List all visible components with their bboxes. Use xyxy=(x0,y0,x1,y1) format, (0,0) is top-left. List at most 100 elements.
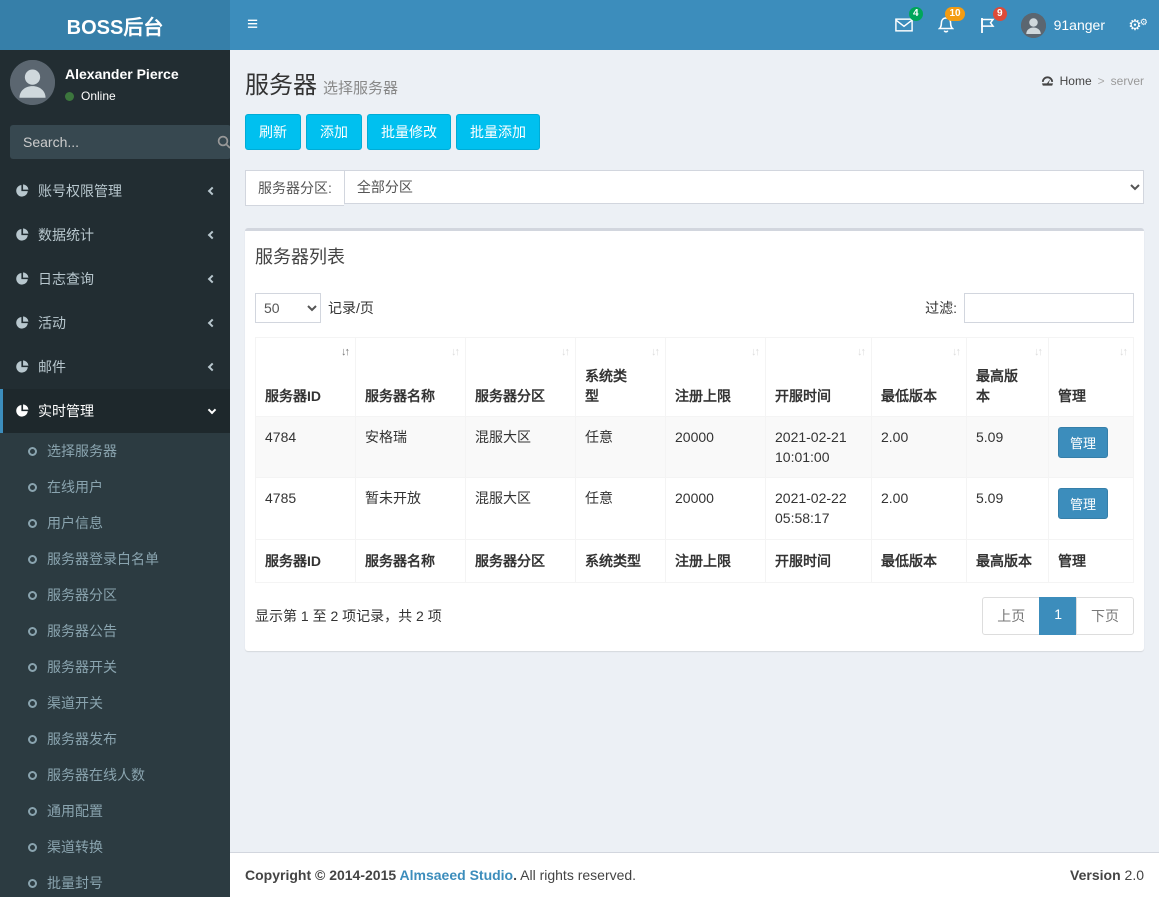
column-header[interactable]: ↓↑ 系统类型 xyxy=(575,337,666,417)
content-header: 服务器 选择服务器 Home > server xyxy=(245,65,1144,100)
studio-link[interactable]: Almsaeed Studio xyxy=(400,867,514,883)
messages-menu[interactable]: 4 xyxy=(883,0,925,50)
sort-icon: ↓↑ xyxy=(751,346,760,358)
sort-icon: ↓↑ xyxy=(857,346,866,358)
pie-chart-icon xyxy=(16,272,29,285)
manage-button[interactable]: 管理 xyxy=(1058,426,1109,458)
sidebar-submenu-item[interactable]: 服务器发布 xyxy=(0,721,230,757)
sidebar-toggle-button[interactable]: ≡ xyxy=(230,0,275,50)
sidebar-menu-item[interactable]: 邮件 xyxy=(0,345,230,389)
sidebar-menu-item[interactable]: 账号权限管理 xyxy=(0,169,230,213)
sidebar-user-status[interactable]: Online xyxy=(65,89,179,103)
sidebar-submenu-item[interactable]: 服务器开关 xyxy=(0,649,230,685)
sidebar-submenu-label: 在线用户 xyxy=(47,479,103,495)
sidebar-submenu-item[interactable]: 选择服务器 xyxy=(0,433,230,469)
circle-icon xyxy=(28,554,37,564)
sidebar-menu-item[interactable]: 数据统计 xyxy=(0,213,230,257)
top-navbar: ≡ 4 10 9 91anger ⚙⚙ xyxy=(230,0,1159,50)
sidebar-submenu-item[interactable]: 用户信息 xyxy=(0,505,230,541)
manage-button[interactable]: 管理 xyxy=(1058,488,1109,520)
sidebar-menu-label: 账号权限管理 xyxy=(38,183,122,199)
column-header[interactable]: ↓↑ 管理 xyxy=(1048,337,1134,417)
table-cell: 20000 xyxy=(665,477,766,540)
sidebar-submenu-label: 服务器分区 xyxy=(47,587,117,603)
table-controls: 50 记录/页 过滤: xyxy=(255,293,1134,323)
server-table: ↓↑ 服务器ID ↓↑ 服务器名称 ↓↑ 服务器分区 ↓↑ 系统类型 ↓↑ 注册上限 ↓↑ 开服时间 ↓… xyxy=(255,337,1134,584)
column-header[interactable]: ↓↑ 最低版本 xyxy=(871,337,967,417)
notifications-menu[interactable]: 10 xyxy=(925,0,967,50)
online-status-icon xyxy=(65,91,74,101)
envelope-icon xyxy=(894,18,913,32)
sidebar-submenu-label: 服务器登录白名单 xyxy=(47,551,159,567)
column-header[interactable]: ↓↑ 服务器ID xyxy=(255,337,356,417)
sidebar-submenu-item[interactable]: 服务器公告 xyxy=(0,613,230,649)
sidebar-submenu-item[interactable]: 服务器分区 xyxy=(0,577,230,613)
tasks-menu[interactable]: 9 xyxy=(967,0,1009,50)
sort-icon: ↓↑ xyxy=(451,346,460,358)
sidebar-submenu-label: 通用配置 xyxy=(47,803,103,819)
sidebar-menu-label: 数据统计 xyxy=(38,227,94,243)
sidebar-menu-item[interactable]: 日志查询 xyxy=(0,257,230,301)
copyright-prefix: Copyright © 2014-2015 xyxy=(245,867,400,883)
user-menu[interactable]: 91anger xyxy=(1009,0,1117,50)
sidebar-submenu-label: 用户信息 xyxy=(47,515,103,531)
sidebar-menu-label: 活动 xyxy=(38,315,66,331)
table-cell: 混服大区 xyxy=(465,477,576,540)
sidebar-submenu-item[interactable]: 通用配置 xyxy=(0,793,230,829)
table-cell: 5.09 xyxy=(966,477,1049,540)
sidebar-submenu-item[interactable]: 渠道转换 xyxy=(0,829,230,865)
pagination-page-1[interactable]: 1 xyxy=(1039,597,1077,636)
action-button[interactable]: 批量添加 xyxy=(456,114,540,150)
column-header[interactable]: ↓↑ 服务器分区 xyxy=(465,337,576,417)
tasks-badge: 9 xyxy=(993,7,1007,21)
table-filter-input[interactable] xyxy=(964,293,1134,323)
gears-icon: ⚙⚙ xyxy=(1128,16,1148,34)
pagination: 上页 1 下页 xyxy=(982,597,1134,636)
sidebar-user-panel: Alexander Pierce Online xyxy=(0,50,230,115)
page-length-select[interactable]: 50 xyxy=(255,293,321,323)
circle-icon xyxy=(28,734,37,744)
brand-logo[interactable]: BOSS后台 xyxy=(0,0,230,50)
messages-badge: 4 xyxy=(909,7,923,21)
table-cell: 4785 xyxy=(255,477,356,540)
column-header[interactable]: ↓↑ 服务器名称 xyxy=(355,337,466,417)
pagination-next[interactable]: 下页 xyxy=(1076,597,1134,636)
pie-chart-icon xyxy=(16,360,29,373)
sidebar-menu-label: 实时管理 xyxy=(38,403,94,419)
column-footer: 管理 xyxy=(1048,538,1134,584)
sidebar-submenu-item[interactable]: 渠道开关 xyxy=(0,685,230,721)
column-header[interactable]: ↓↑ 注册上限 xyxy=(665,337,766,417)
sidebar-menu-item[interactable]: 实时管理 xyxy=(0,389,230,433)
action-button[interactable]: 刷新 xyxy=(245,114,301,150)
table-footer: 显示第 1 至 2 项记录，共 2 项 上页 1 下页 xyxy=(255,597,1134,641)
table-cell: 任意 xyxy=(575,477,666,540)
box-title: 服务器列表 xyxy=(255,247,345,267)
sidebar-submenu-item[interactable]: 在线用户 xyxy=(0,469,230,505)
sidebar-submenu-item[interactable]: 服务器登录白名单 xyxy=(0,541,230,577)
circle-icon xyxy=(28,770,37,780)
action-button[interactable]: 批量修改 xyxy=(367,114,451,150)
version-value: 2.0 xyxy=(1124,867,1144,883)
sidebar-menu-item[interactable]: 活动 xyxy=(0,301,230,345)
breadcrumb-home-link[interactable]: Home xyxy=(1060,74,1092,88)
sidebar-submenu-label: 渠道转换 xyxy=(47,839,103,855)
search-button[interactable] xyxy=(217,125,230,159)
table-cell: 4784 xyxy=(255,415,356,479)
control-sidebar-toggle[interactable]: ⚙⚙ xyxy=(1117,0,1159,50)
sidebar-submenu-item[interactable]: 批量封号 xyxy=(0,865,230,897)
table-row: 4784 安格瑞 混服大区 任意 20000 2021-02-21 10:01:00 2.0… xyxy=(255,415,1134,479)
sort-icon: ↓↑ xyxy=(1034,346,1043,358)
table-filter-label: 过滤: xyxy=(925,300,957,316)
table-cell: 管理 xyxy=(1048,477,1134,540)
zone-select[interactable]: 全部分区 xyxy=(343,170,1144,204)
search-input[interactable] xyxy=(10,125,217,159)
pagination-prev[interactable]: 上页 xyxy=(982,597,1041,636)
search-icon xyxy=(217,135,230,149)
sidebar-submenu-item[interactable]: 服务器在线人数 xyxy=(0,757,230,793)
circle-icon xyxy=(28,878,37,888)
dashboard-icon xyxy=(1041,76,1053,86)
column-header[interactable]: ↓↑ 最高版本 xyxy=(966,337,1049,417)
action-button[interactable]: 添加 xyxy=(306,114,362,150)
column-header[interactable]: ↓↑ 开服时间 xyxy=(765,337,872,417)
circle-icon xyxy=(28,662,37,672)
